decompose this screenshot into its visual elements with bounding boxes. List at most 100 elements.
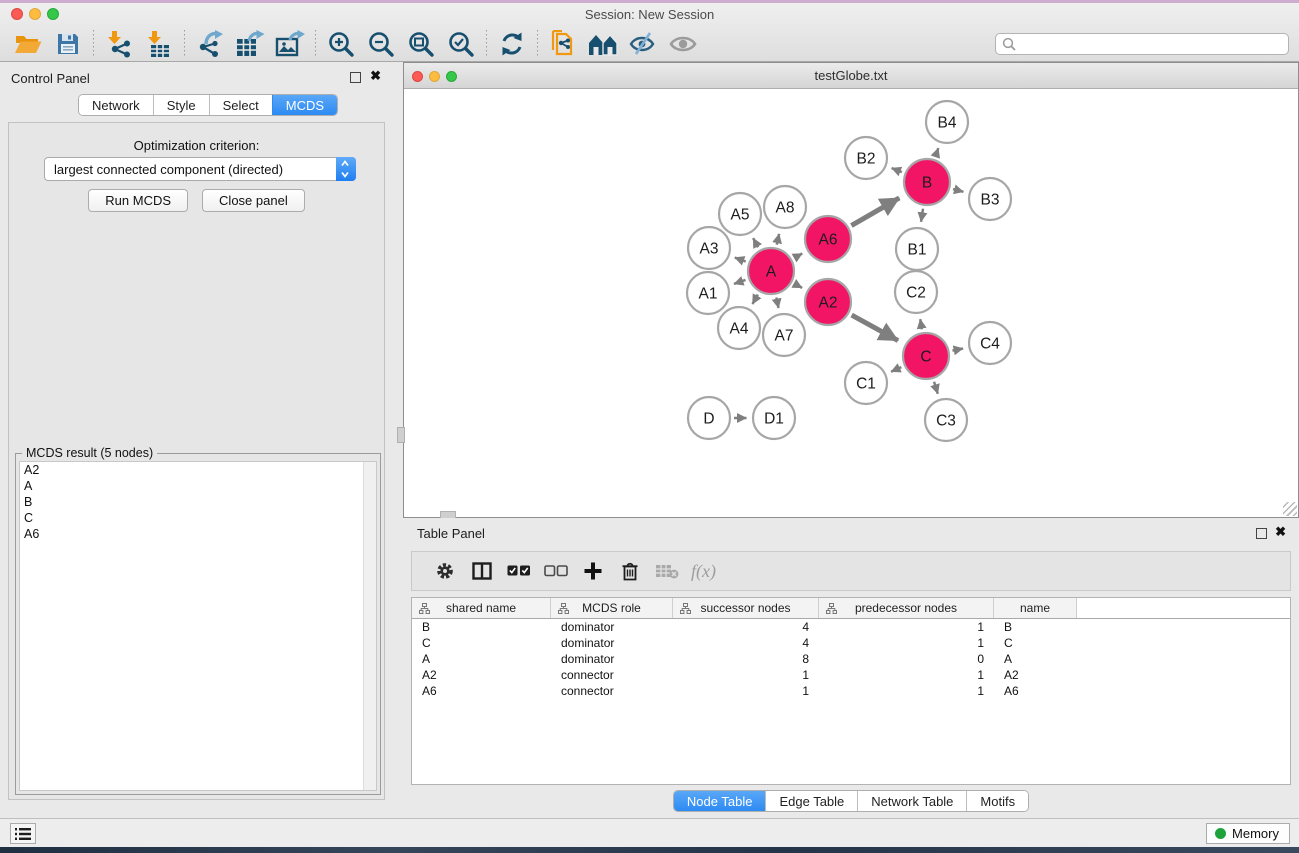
memory-button[interactable]: Memory bbox=[1206, 823, 1290, 844]
table-cell[interactable]: connector bbox=[551, 684, 673, 698]
graph-edge-A-A7[interactable] bbox=[776, 297, 778, 308]
table-cell[interactable]: 8 bbox=[673, 652, 819, 666]
resize-grip-icon[interactable] bbox=[1283, 502, 1297, 516]
delete-table-button[interactable] bbox=[648, 563, 685, 579]
show-log-console-button[interactable] bbox=[10, 823, 36, 844]
table-cell[interactable]: B bbox=[994, 620, 1077, 634]
close-panel-button[interactable]: Close panel bbox=[202, 189, 305, 212]
tab-select[interactable]: Select bbox=[209, 95, 272, 115]
table-cell[interactable]: 0 bbox=[819, 652, 994, 666]
graph-edge-A-A5[interactable] bbox=[753, 238, 758, 247]
export-image-button[interactable] bbox=[270, 28, 310, 60]
result-scrollbar[interactable] bbox=[363, 462, 376, 790]
run-mcds-button[interactable]: Run MCDS bbox=[88, 189, 188, 212]
titlebar[interactable]: Session: New Session bbox=[0, 3, 1299, 25]
criterion-dropdown[interactable]: largest connected component (directed) bbox=[44, 157, 356, 181]
table-cell[interactable]: A2 bbox=[412, 668, 551, 682]
table-cell[interactable]: A2 bbox=[994, 668, 1077, 682]
column-header-name[interactable]: name bbox=[994, 598, 1077, 618]
result-item[interactable]: A6 bbox=[20, 526, 376, 542]
zoom-selected-button[interactable] bbox=[441, 28, 481, 60]
table-cell[interactable]: dominator bbox=[551, 620, 673, 634]
tab-node-table[interactable]: Node Table bbox=[674, 791, 766, 811]
graph-edge-A-A8[interactable] bbox=[777, 234, 779, 245]
export-network-button[interactable] bbox=[190, 28, 230, 60]
delete-column-button[interactable] bbox=[611, 561, 648, 581]
graph-edge-A-A2[interactable] bbox=[795, 284, 802, 288]
save-session-button[interactable] bbox=[48, 28, 88, 60]
table-cell[interactable]: dominator bbox=[551, 636, 673, 650]
column-header-predecessor-nodes[interactable]: predecessor nodes bbox=[819, 598, 994, 618]
result-item[interactable]: B bbox=[20, 494, 376, 510]
table-cell[interactable]: 1 bbox=[673, 684, 819, 698]
vertical-splitter-handle[interactable] bbox=[397, 427, 405, 443]
network-graph[interactable]: B4B2BB3A8A5A6A3B1AA1C2A2A4A7C4CC1C3DD1 bbox=[404, 89, 1298, 517]
show-column-panel-button[interactable] bbox=[463, 562, 500, 580]
network-window-titlebar[interactable]: testGlobe.txt bbox=[404, 63, 1298, 89]
result-item[interactable]: A bbox=[20, 478, 376, 494]
table-cell[interactable]: 1 bbox=[673, 668, 819, 682]
table-cell[interactable]: 4 bbox=[673, 620, 819, 634]
table-cell[interactable]: connector bbox=[551, 668, 673, 682]
function-builder-button[interactable]: f(x) bbox=[691, 561, 716, 582]
zoom-fit-button[interactable] bbox=[401, 28, 441, 60]
float-table-panel-icon[interactable] bbox=[1256, 528, 1267, 539]
network-canvas[interactable]: B4B2BB3A8A5A6A3B1AA1C2A2A4A7C4CC1C3DD1 bbox=[404, 89, 1298, 517]
table-settings-button[interactable] bbox=[426, 561, 463, 581]
import-table-button[interactable] bbox=[139, 28, 179, 60]
column-header-shared-name[interactable]: shared name bbox=[412, 598, 551, 618]
table-row[interactable]: A6connector11A6 bbox=[412, 683, 1290, 699]
create-column-button[interactable] bbox=[574, 561, 611, 581]
refresh-layout-button[interactable] bbox=[492, 28, 532, 60]
graph-edge-A-A4[interactable] bbox=[752, 295, 757, 304]
show-all-button[interactable] bbox=[663, 28, 703, 60]
hide-selected-button[interactable] bbox=[623, 28, 663, 60]
table-row[interactable]: Adominator80A bbox=[412, 651, 1290, 667]
search-input[interactable] bbox=[995, 33, 1289, 55]
float-panel-icon[interactable] bbox=[350, 72, 361, 83]
tab-mcds[interactable]: MCDS bbox=[272, 95, 337, 115]
table-cell[interactable]: C bbox=[994, 636, 1077, 650]
result-item[interactable]: A2 bbox=[20, 462, 376, 478]
table-cell[interactable]: A bbox=[994, 652, 1077, 666]
zoom-in-button[interactable] bbox=[321, 28, 361, 60]
select-all-columns-button[interactable] bbox=[500, 565, 537, 577]
table-cell[interactable]: 1 bbox=[819, 684, 994, 698]
new-network-from-selection-button[interactable] bbox=[543, 28, 583, 60]
import-network-button[interactable] bbox=[99, 28, 139, 60]
graph-edge-B-B2[interactable] bbox=[892, 168, 902, 172]
table-cell[interactable]: 1 bbox=[819, 668, 994, 682]
tab-network[interactable]: Network bbox=[79, 95, 153, 115]
table-cell[interactable]: A6 bbox=[412, 684, 551, 698]
table-row[interactable]: Bdominator41B bbox=[412, 619, 1290, 635]
first-neighbors-button[interactable] bbox=[583, 28, 623, 60]
table-cell[interactable]: C bbox=[412, 636, 551, 650]
graph-edge-A6-B[interactable] bbox=[851, 198, 899, 226]
graph-edge-A2-C[interactable] bbox=[852, 315, 898, 341]
graph-edge-B-B3[interactable] bbox=[953, 189, 963, 192]
table-row[interactable]: A2connector11A2 bbox=[412, 667, 1290, 683]
graph-edge-C-C4[interactable] bbox=[952, 348, 963, 350]
table-cell[interactable]: A6 bbox=[994, 684, 1077, 698]
close-panel-icon[interactable]: ✖ bbox=[370, 68, 381, 84]
graph-edge-C-C2[interactable] bbox=[920, 319, 922, 329]
graph-edge-A-A1[interactable] bbox=[734, 280, 746, 284]
graph-edge-B-B4[interactable] bbox=[936, 148, 939, 156]
table-cell[interactable]: A bbox=[412, 652, 551, 666]
result-item[interactable]: C bbox=[20, 510, 376, 526]
graph-edge-A-A6[interactable] bbox=[795, 253, 803, 257]
table-cell[interactable]: 1 bbox=[819, 636, 994, 650]
table-cell[interactable]: dominator bbox=[551, 652, 673, 666]
zoom-out-button[interactable] bbox=[361, 28, 401, 60]
export-table-button[interactable] bbox=[230, 28, 270, 60]
close-table-panel-icon[interactable]: ✖ bbox=[1275, 524, 1286, 540]
column-header-successor-nodes[interactable]: successor nodes bbox=[673, 598, 819, 618]
graph-edge-B-B1[interactable] bbox=[921, 209, 923, 222]
tab-network-table[interactable]: Network Table bbox=[857, 791, 966, 811]
tab-style[interactable]: Style bbox=[153, 95, 209, 115]
tab-motifs[interactable]: Motifs bbox=[966, 791, 1028, 811]
open-session-button[interactable] bbox=[8, 28, 48, 60]
graph-edge-A-A3[interactable] bbox=[735, 258, 746, 262]
tab-edge-table[interactable]: Edge Table bbox=[765, 791, 857, 811]
table-cell[interactable]: 4 bbox=[673, 636, 819, 650]
